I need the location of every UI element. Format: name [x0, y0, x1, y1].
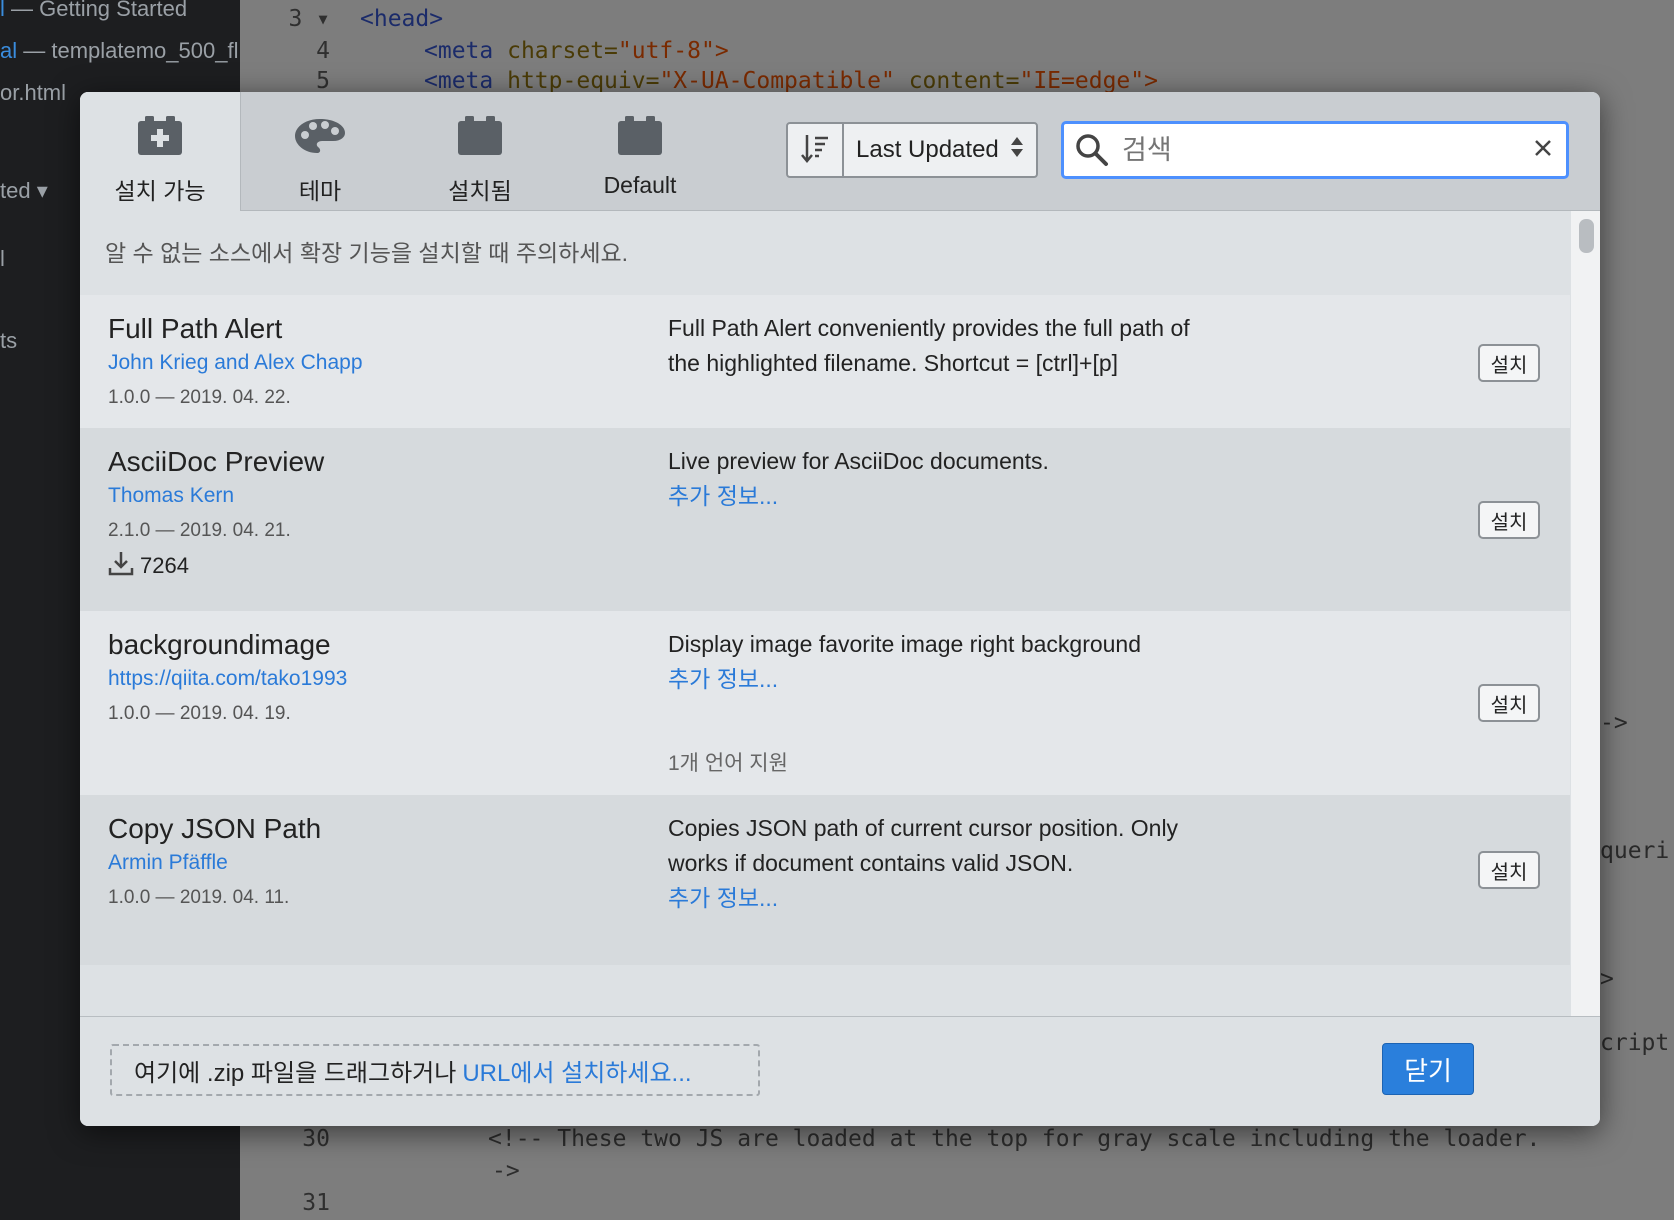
dialog-footer: 여기에 .zip 파일을 드래그하거나 URL에서 설치하세요... 닫기: [80, 1016, 1600, 1126]
clear-search-button[interactable]: [1520, 139, 1566, 162]
extension-name: Copy JSON Path: [108, 813, 322, 844]
download-icon: [108, 550, 134, 582]
extension-description-block: Display image favorite image right backg…: [668, 627, 1208, 697]
extension-row: Copy JSON Path Armin Pfäffle 1.0.0 — 201…: [80, 795, 1570, 965]
extension-description-block: Live preview for AsciiDoc documents. 추가 …: [668, 444, 1208, 514]
extension-description-block: Copies JSON path of current cursor posit…: [668, 811, 1208, 916]
extension-description: Copies JSON path of current cursor posit…: [668, 815, 1179, 876]
list-scrollbar[interactable]: [1571, 211, 1600, 1016]
dialog-toolbar: 설치 가능 테마 설치됨 Default Last Updated 검색: [80, 92, 1600, 211]
tab-label: Default: [603, 172, 677, 198]
package-icon: [456, 114, 504, 158]
code-fragment: cript: [1600, 1030, 1670, 1056]
extension-author-link[interactable]: Thomas Kern: [108, 484, 234, 508]
extension-version-date: 1.0.0 — 2019. 04. 19.: [108, 703, 291, 724]
tab-themes[interactable]: 테마: [240, 92, 400, 210]
sidebar-file-item[interactable]: or.html: [0, 80, 66, 106]
install-button[interactable]: 설치: [1478, 851, 1540, 889]
extension-name: Full Path Alert: [108, 313, 283, 344]
select-arrows-icon: [1010, 135, 1024, 166]
security-warning: 알 수 없는 소스에서 확장 기능을 설치할 때 주의하세요.: [80, 211, 1570, 295]
extension-description: Live preview for AsciiDoc documents.: [668, 448, 1049, 474]
extension-row: AsciiDoc Preview Thomas Kern 2.1.0 — 201…: [80, 428, 1570, 611]
tab-installed[interactable]: 설치됨: [400, 92, 560, 210]
tab-label: 설치됨: [448, 178, 512, 204]
tab-default[interactable]: Default: [560, 92, 720, 210]
extension-name: backgroundimage: [108, 629, 331, 660]
code-line: 5 <meta http-equiv="X-UA-Compatible" cont…: [316, 68, 1158, 94]
extension-name: AsciiDoc Preview: [108, 446, 325, 477]
sort-control: Last Updated: [786, 122, 1038, 178]
extension-list: 알 수 없는 소스에서 확장 기능을 설치할 때 주의하세요. Full Pat…: [80, 211, 1570, 1016]
more-info-link[interactable]: 추가 정보...: [668, 479, 1208, 514]
more-info-link[interactable]: 추가 정보...: [668, 662, 1208, 697]
extension-version-date: 1.0.0 — 2019. 04. 22.: [108, 387, 291, 408]
install-button[interactable]: 설치: [1478, 344, 1540, 382]
zip-drop-zone[interactable]: 여기에 .zip 파일을 드래그하거나 URL에서 설치하세요...: [110, 1044, 760, 1096]
extension-author-link[interactable]: Armin Pfäffle: [108, 851, 228, 875]
extension-version-date: 1.0.0 — 2019. 04. 11.: [108, 887, 290, 908]
tab-available[interactable]: 설치 가능: [80, 92, 241, 211]
sidebar-file-item[interactable]: l: [0, 246, 5, 272]
extension-manager-dialog: 설치 가능 테마 설치됨 Default Last Updated 검색 알 수…: [80, 92, 1600, 1126]
code-line: ->: [492, 1158, 520, 1184]
extension-row: backgroundimage https://qiita.com/tako19…: [80, 611, 1570, 795]
code-fragment: queri: [1600, 838, 1670, 864]
install-from-url-link[interactable]: URL에서 설치하세요...: [462, 1053, 691, 1088]
download-count: 7264: [108, 550, 189, 582]
extension-author-link[interactable]: John Krieg and Alex Chapp: [108, 351, 363, 375]
scrollbar-thumb[interactable]: [1579, 219, 1594, 253]
tab-label: 테마: [298, 178, 342, 204]
sidebar-section[interactable]: ted ▾: [0, 178, 48, 204]
code-line: 4 <meta charset="utf-8">: [316, 38, 729, 64]
sort-select[interactable]: Last Updated: [844, 135, 1036, 166]
sidebar-file-item[interactable]: al — templatemo_500_fl: [0, 38, 238, 64]
close-button[interactable]: 닫기: [1382, 1043, 1474, 1095]
code-fragment: ->: [1600, 710, 1628, 736]
extension-author-link[interactable]: https://qiita.com/tako1993: [108, 667, 347, 691]
extension-version-date: 2.1.0 — 2019. 04. 21.: [108, 520, 291, 541]
sort-descending-icon: [800, 133, 830, 168]
sidebar-file-item[interactable]: ts: [0, 328, 17, 354]
drop-zone-text: 여기에 .zip 파일을 드래그하거나: [134, 1059, 457, 1087]
code-line: 3 ▾ <head>: [288, 6, 444, 32]
language-support: 1개 언어 지원: [668, 752, 788, 775]
sort-selected-value: Last Updated: [856, 136, 999, 163]
extension-row: Full Path Alert John Krieg and Alex Chap…: [80, 295, 1570, 428]
add-package-icon: [136, 114, 184, 158]
extension-description: Full Path Alert conveniently provides th…: [668, 315, 1190, 376]
install-button[interactable]: 설치: [1478, 501, 1540, 539]
search-field: [1061, 121, 1569, 179]
sidebar-file-item[interactable]: l — Getting Started: [0, 0, 187, 22]
code-line: 31: [302, 1190, 330, 1216]
extension-description: Display image favorite image right backg…: [668, 631, 1142, 657]
download-count-value: 7264: [140, 553, 189, 578]
search-input[interactable]: [1120, 133, 1520, 167]
close-icon: [1534, 139, 1552, 162]
code-line: 30 <!-- These two JS are loaded at the to…: [302, 1126, 1541, 1152]
install-button[interactable]: 설치: [1478, 684, 1540, 722]
tab-label: 설치 가능: [114, 178, 206, 204]
palette-icon: [293, 114, 347, 158]
search-icon: [1064, 133, 1120, 167]
more-info-link[interactable]: 추가 정보...: [668, 881, 1208, 916]
code-fragment: >: [1600, 966, 1614, 992]
package-icon: [616, 114, 664, 158]
sort-direction-button[interactable]: [788, 124, 844, 176]
